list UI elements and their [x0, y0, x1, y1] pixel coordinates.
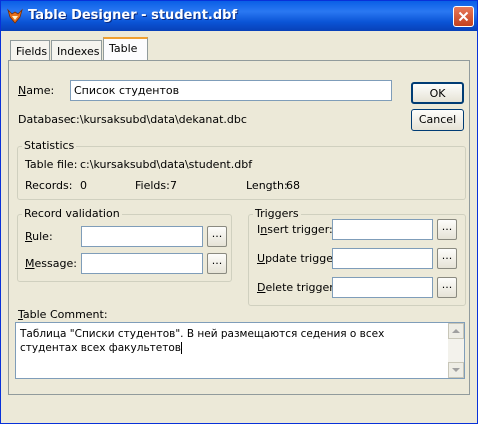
- insert-trigger-builder-button-label: ...: [441, 220, 453, 233]
- cancel-button-label: Cancel: [418, 113, 457, 126]
- ok-button-label: OK: [429, 87, 446, 100]
- scroll-up-icon: [452, 329, 460, 333]
- window-title: Table Designer - student.dbf: [28, 8, 238, 23]
- triggers-title: Triggers: [253, 207, 301, 220]
- table-comment-text: Таблица "Списки студентов". В ней размещ…: [20, 328, 385, 354]
- tab-fields-label: Fields: [16, 45, 48, 58]
- insert-trigger-field[interactable]: [332, 219, 433, 240]
- fields-value: 7: [170, 179, 177, 192]
- delete-trigger-builder-button-label: ...: [441, 278, 453, 291]
- rule-builder-button-label: ...: [211, 227, 223, 240]
- close-button[interactable]: [453, 6, 474, 27]
- rule-field[interactable]: [81, 226, 203, 247]
- record-validation-title: Record validation: [22, 207, 122, 220]
- records-label: Records:: [25, 179, 73, 192]
- title-bar[interactable]: Table Designer - student.dbf: [1, 1, 477, 31]
- name-label: Name:: [18, 84, 55, 97]
- length-label: Length:: [246, 179, 288, 192]
- length-value: 68: [286, 179, 300, 192]
- tab-table[interactable]: Table: [103, 37, 148, 61]
- ok-button[interactable]: OK: [411, 82, 464, 104]
- update-trigger-label: Update trigger:: [257, 252, 342, 265]
- tab-indexes[interactable]: Indexes: [51, 40, 102, 61]
- scroll-up-button[interactable]: [448, 323, 464, 339]
- comment-scrollbar[interactable]: [448, 323, 464, 378]
- tab-fields[interactable]: Fields: [10, 40, 50, 61]
- name-field-value: Список студентов: [74, 84, 180, 97]
- message-field[interactable]: [81, 253, 203, 274]
- tab-indexes-label: Indexes: [57, 45, 100, 58]
- rule-builder-button[interactable]: ...: [207, 226, 227, 247]
- table-comment-textarea[interactable]: Таблица "Списки студентов". В ней размещ…: [15, 322, 465, 379]
- table-designer-window: Table Designer - student.dbf Fields Inde…: [0, 0, 478, 424]
- statistics-title: Statistics: [22, 139, 77, 152]
- close-icon: [458, 11, 469, 22]
- table-file-label: Table file:: [25, 158, 78, 171]
- rule-label: Rule:: [25, 230, 53, 243]
- delete-trigger-label: Delete trigger:: [257, 281, 338, 294]
- table-comment-label: Table Comment:: [18, 308, 108, 321]
- message-label: Message:: [25, 257, 77, 270]
- fields-label: Fields:: [135, 179, 170, 192]
- database-path: c:\kursaksubd\data\dekanat.dbc: [70, 113, 247, 126]
- insert-trigger-label: Insert trigger:: [257, 223, 333, 236]
- records-value: 0: [80, 179, 87, 192]
- scroll-down-button[interactable]: [448, 362, 464, 378]
- text-caret: [180, 342, 182, 354]
- update-trigger-field[interactable]: [332, 248, 433, 269]
- update-trigger-builder-button[interactable]: ...: [437, 248, 457, 269]
- update-trigger-builder-button-label: ...: [441, 249, 453, 262]
- message-builder-button[interactable]: ...: [207, 253, 227, 274]
- foxpro-fox-icon: [7, 8, 23, 24]
- name-field[interactable]: Список студентов: [70, 80, 392, 101]
- delete-trigger-builder-button[interactable]: ...: [437, 277, 457, 298]
- message-builder-button-label: ...: [211, 254, 223, 267]
- table-file-value: c:\kursaksubd\data\student.dbf: [80, 158, 253, 171]
- database-label: Database:: [18, 113, 75, 126]
- insert-trigger-builder-button[interactable]: ...: [437, 219, 457, 240]
- cancel-button[interactable]: Cancel: [411, 109, 464, 131]
- scroll-down-icon: [452, 368, 460, 372]
- tab-table-label: Table: [109, 42, 138, 55]
- delete-trigger-field[interactable]: [332, 277, 433, 298]
